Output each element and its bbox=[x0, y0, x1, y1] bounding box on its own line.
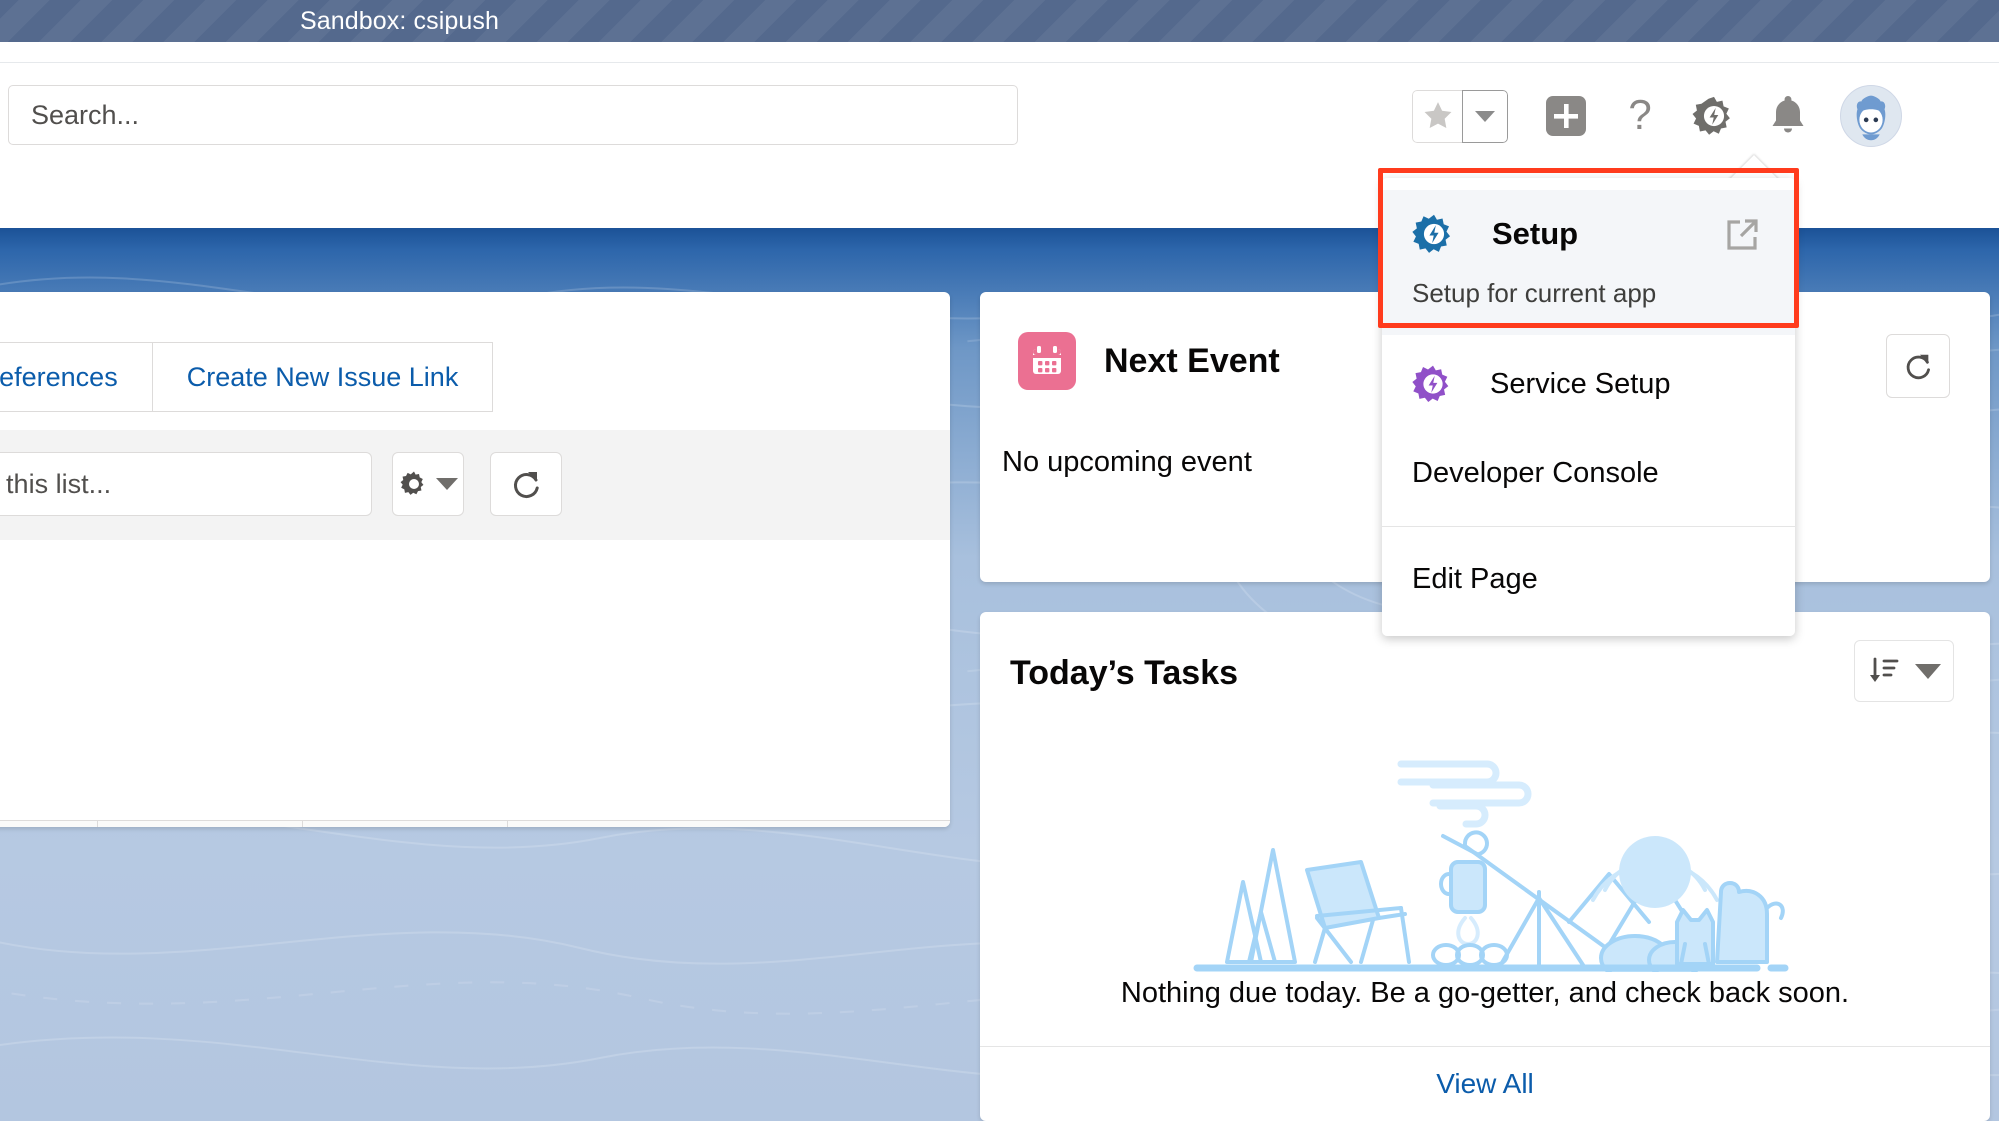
case-table-header: Subject Escalat... Is Case... Last M... bbox=[0, 820, 950, 827]
salesforce-app-window: Sandbox: csipush Search... ? eferences C… bbox=[0, 0, 1999, 1121]
sandbox-label: Sandbox: csipush bbox=[300, 6, 499, 35]
chevron-down-icon bbox=[435, 478, 458, 490]
todays-tasks-card: Today’s Tasks Nothing due today. Be a go… bbox=[980, 612, 1990, 1121]
refresh-icon bbox=[1906, 354, 1930, 380]
global-search-input[interactable]: Search... bbox=[8, 85, 1018, 145]
view-all-link[interactable]: View All bbox=[1436, 1068, 1534, 1100]
preferences-button[interactable]: Preferences bbox=[0, 342, 153, 412]
table-column-actions bbox=[508, 821, 638, 827]
menu-item-label: Service Setup bbox=[1490, 367, 1671, 400]
external-link-icon[interactable] bbox=[1721, 214, 1763, 261]
create-new-issue-link-button[interactable]: Create New Issue Link bbox=[152, 342, 494, 412]
favorites-chevron-down-icon[interactable] bbox=[1462, 89, 1508, 143]
favorites-split-button[interactable] bbox=[1412, 89, 1508, 143]
menu-item-label: Edit Page bbox=[1412, 563, 1538, 595]
menu-item-service-setup[interactable]: Service Setup bbox=[1382, 337, 1795, 431]
table-column-escalated[interactable]: Escalat... bbox=[0, 821, 98, 827]
bell-icon[interactable] bbox=[1758, 86, 1818, 146]
todays-tasks-title: Today’s Tasks bbox=[1010, 654, 1239, 692]
todays-tasks-sort-button[interactable] bbox=[1854, 640, 1954, 702]
question-mark-icon[interactable]: ? bbox=[1610, 86, 1670, 146]
calendar-icon bbox=[1018, 332, 1076, 390]
search-placeholder: Search this list... bbox=[0, 468, 112, 499]
camping-scene-illustration bbox=[980, 722, 1990, 972]
gear-service-setup-icon bbox=[1412, 365, 1449, 403]
list-settings-button[interactable] bbox=[392, 452, 464, 516]
menu-item-edit-page[interactable]: Edit Page bbox=[1382, 537, 1795, 622]
list-refresh-button[interactable] bbox=[490, 452, 562, 516]
todays-tasks-empty-message: Nothing due today. Be a go-getter, and c… bbox=[1120, 977, 1850, 1009]
menu-item-label: Developer Console bbox=[1412, 457, 1659, 489]
sort-descending-icon bbox=[1870, 657, 1899, 682]
table-column-last-modified[interactable]: Last M... bbox=[303, 821, 508, 827]
sandbox-banner: Sandbox: csipush bbox=[0, 0, 1999, 42]
avatar[interactable] bbox=[1840, 85, 1902, 147]
gear-icon bbox=[400, 471, 423, 495]
todays-tasks-footer: View All bbox=[980, 1046, 1990, 1121]
svg-text:?: ? bbox=[1628, 93, 1651, 138]
setup-menu-item[interactable]: Setup Setup for current app bbox=[1382, 190, 1795, 335]
global-search-placeholder: Search... bbox=[31, 99, 140, 130]
menu-divider bbox=[1382, 526, 1795, 527]
table-column-is-case[interactable]: Is Case... bbox=[98, 821, 303, 827]
next-event-title: Next Event bbox=[1104, 341, 1280, 380]
gear-icon[interactable] bbox=[1684, 86, 1744, 146]
setup-title: Setup bbox=[1492, 216, 1579, 251]
header-actions: ? bbox=[1412, 81, 1902, 151]
list-toolbar: go Search this list... bbox=[0, 430, 950, 540]
list-action-buttons: Take Top Case Preferences Create New Iss… bbox=[0, 342, 494, 412]
setup-primary-row: Setup bbox=[1412, 212, 1765, 256]
case-list-card: Take Top Case Preferences Create New Iss… bbox=[0, 292, 950, 827]
star-icon[interactable] bbox=[1412, 89, 1462, 143]
setup-dropdown-menu: Setup Setup for current app Service Setu… bbox=[1382, 178, 1795, 636]
gear-setup-icon bbox=[1412, 214, 1451, 253]
plus-icon[interactable] bbox=[1536, 86, 1596, 146]
next-event-refresh-button[interactable] bbox=[1886, 334, 1950, 398]
search-input[interactable]: Search this list... bbox=[0, 452, 372, 516]
setup-subtitle: Setup for current app bbox=[1412, 278, 1657, 308]
setup-primary-wrap: Setup Setup for current app bbox=[1382, 188, 1795, 337]
chevron-down-icon bbox=[1915, 663, 1941, 679]
menu-item-developer-console[interactable]: Developer Console bbox=[1382, 431, 1795, 516]
refresh-icon bbox=[513, 472, 539, 498]
